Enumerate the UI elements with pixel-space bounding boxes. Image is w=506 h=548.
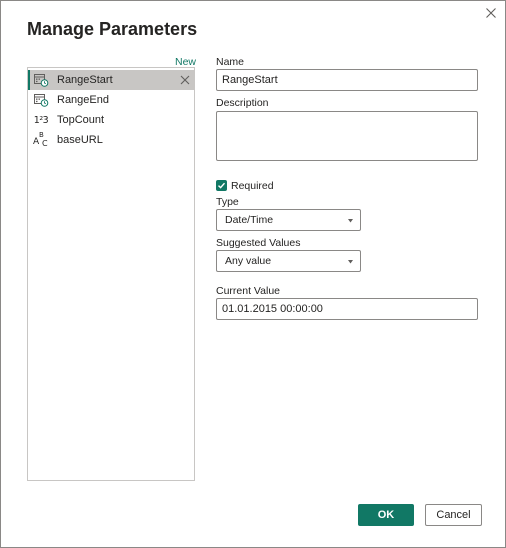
suggested-values-select-value: Any value: [225, 255, 272, 267]
number-glyph: 1²3: [33, 114, 49, 126]
chevron-down-icon: [348, 219, 353, 223]
current-value-input[interactable]: [216, 298, 478, 320]
number-icon: 1²3: [33, 113, 49, 127]
remove-parameter-icon[interactable]: [180, 75, 190, 85]
text-icon: A B C: [33, 131, 49, 148]
suggested-values-select[interactable]: Any value: [216, 250, 361, 272]
parameter-item-rangestart[interactable]: RangeStart: [28, 70, 194, 90]
description-label: Description: [216, 97, 269, 109]
current-value-label: Current Value: [216, 285, 281, 297]
text-glyph-c: C: [42, 139, 48, 148]
name-label: Name: [216, 56, 245, 68]
parameter-item-baseurl[interactable]: A B C baseURL: [28, 130, 194, 150]
suggested-values-label: Suggested Values: [216, 237, 301, 249]
parameter-label: RangeEnd: [57, 94, 109, 106]
required-checkbox-row[interactable]: Required: [216, 179, 274, 192]
parameter-list: RangeStart RangeEnd 1²3 TopCount A B C b…: [27, 67, 195, 481]
ok-button[interactable]: OK: [358, 504, 414, 526]
type-label: Type: [216, 196, 239, 208]
type-select[interactable]: Date/Time: [216, 209, 361, 231]
parameter-label: baseURL: [57, 134, 103, 146]
close-icon[interactable]: [483, 5, 499, 21]
cancel-button[interactable]: Cancel: [425, 504, 482, 526]
parameter-label: RangeStart: [57, 74, 113, 86]
datetime-icon: [33, 73, 49, 87]
parameter-item-topcount[interactable]: 1²3 TopCount: [28, 110, 194, 130]
name-input[interactable]: [216, 69, 478, 91]
description-input[interactable]: [216, 111, 478, 161]
parameter-label: TopCount: [57, 114, 105, 126]
text-glyph-b: B: [39, 131, 44, 139]
check-icon: [218, 182, 226, 189]
type-select-value: Date/Time: [225, 214, 274, 226]
required-checkbox[interactable]: [216, 180, 227, 191]
datetime-icon: [33, 93, 49, 107]
dialog-title: Manage Parameters: [27, 19, 198, 39]
manage-parameters-dialog: Manage Parameters New RangeStart RangeEn…: [0, 0, 506, 548]
required-label: Required: [231, 179, 274, 192]
chevron-down-icon: [348, 260, 353, 264]
parameter-item-rangeend[interactable]: RangeEnd: [28, 90, 194, 110]
